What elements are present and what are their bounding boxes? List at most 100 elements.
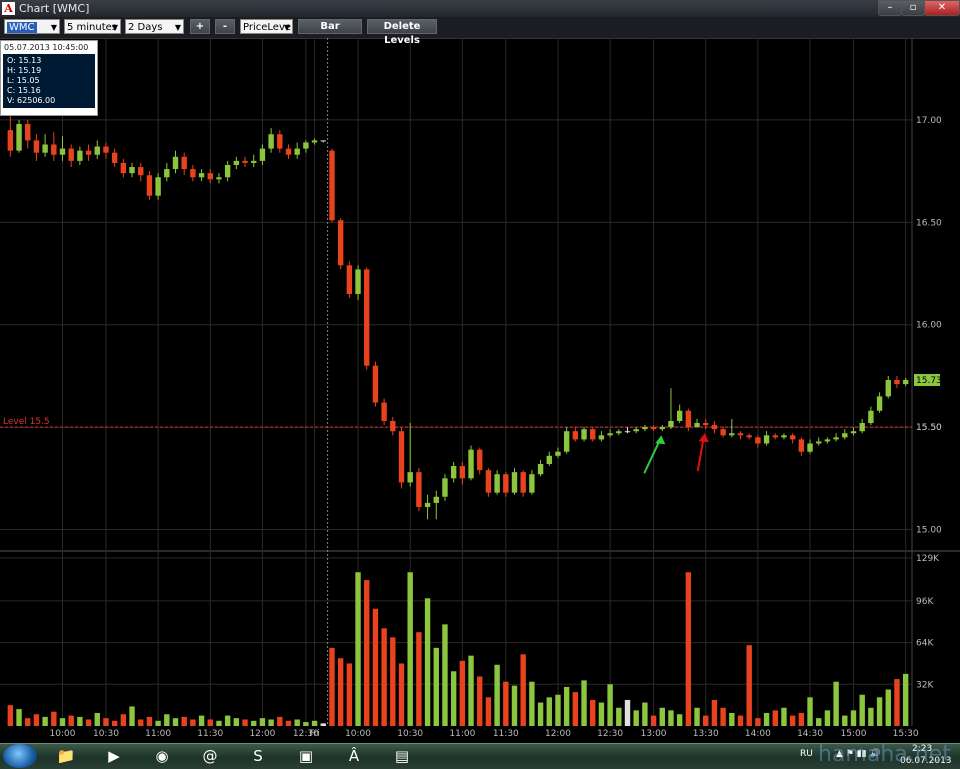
candle-body — [233, 160, 240, 165]
candle-body — [685, 410, 692, 428]
candle-body — [407, 472, 413, 483]
volume-bar — [381, 628, 387, 726]
time-tick-label: 11:30 — [197, 729, 223, 739]
red-arrow-head — [698, 433, 709, 443]
app-icon: A — [2, 2, 15, 15]
volume-bar — [207, 719, 213, 726]
remote-desktop-icon: ▣ — [298, 747, 314, 765]
price-tick-label: 16.00 — [916, 321, 942, 331]
skype-taskbar-icon[interactable]: S — [240, 745, 276, 767]
candle-body — [16, 124, 22, 151]
candle-body — [224, 164, 231, 178]
candle-body — [42, 144, 48, 153]
volume-bar — [537, 702, 544, 726]
time-tick-label: 10:30 — [93, 729, 119, 739]
maximize-button[interactable]: ▫ — [901, 0, 925, 16]
remote-desktop-taskbar-icon[interactable]: ▣ — [288, 745, 324, 767]
volume-tick-label: 64K — [916, 639, 934, 649]
volume-bar — [364, 580, 370, 726]
volume-bar — [329, 647, 335, 726]
candle-body — [216, 177, 222, 180]
play-icon: ▶ — [108, 747, 120, 765]
candle-body — [424, 502, 431, 507]
volume-tick-label: 32K — [916, 680, 934, 690]
volume-bar — [216, 720, 222, 726]
zoom-in-button[interactable]: + — [190, 19, 210, 34]
volume-bar — [816, 718, 822, 726]
skype-icon: S — [253, 747, 263, 765]
time-tick-label: 10:00 — [50, 729, 76, 739]
volume-bar — [572, 692, 579, 726]
chrome-taskbar-icon[interactable]: ◉ — [144, 745, 180, 767]
mode-select[interactable]: PriceLeve ▼ — [240, 19, 293, 34]
chevron-down-icon: ▼ — [111, 23, 118, 32]
volume-bar — [511, 685, 518, 726]
bar-button[interactable]: Bar — [298, 19, 362, 34]
zoom-out-button[interactable]: - — [215, 19, 235, 34]
explorer-taskbar-icon[interactable]: 📁 — [48, 745, 84, 767]
time-tick-label: 12:30 — [597, 729, 623, 739]
volume-bar — [416, 632, 422, 726]
level-line-label: Level 15.5 — [3, 417, 50, 427]
volume-bar — [842, 715, 848, 726]
candle-body — [51, 144, 57, 155]
green-arrow — [643, 438, 662, 474]
windows-taskbar: 📁 ▶ ◉ @ S ▣ Â ▤ RU ▲ ⚑ ▮▮ 🔊 2:23 06.07.2013 — [0, 743, 960, 769]
volume-bar — [807, 697, 813, 726]
candle-body — [694, 423, 700, 428]
chart-area[interactable]: Level 15.5 15.50 15.73 17.00 16.50 16.00 15.5… — [0, 38, 960, 743]
candle-body — [190, 169, 196, 178]
volume-bar — [737, 715, 744, 726]
candle-body — [520, 472, 526, 493]
candlestick-series — [7, 115, 909, 520]
volume-bar — [746, 645, 752, 726]
candle-body — [659, 427, 665, 430]
time-tick-label: 12:00 — [249, 729, 275, 739]
volume-bar — [85, 719, 92, 726]
volume-bar — [155, 720, 161, 726]
volume-bar — [138, 719, 144, 726]
volume-bar — [563, 686, 570, 726]
volume-bar — [16, 709, 22, 726]
trading-app-taskbar-icon[interactable]: Â — [336, 745, 372, 767]
volume-bar — [824, 710, 831, 726]
candle-body — [824, 439, 831, 442]
volume-bar — [729, 712, 735, 726]
icq-taskbar-icon[interactable]: @ — [192, 745, 228, 767]
candle-body — [485, 470, 492, 493]
candle-body — [755, 437, 761, 444]
candle-body — [285, 148, 292, 155]
time-tick-label: 11:00 — [449, 729, 475, 739]
candle-body — [442, 478, 448, 497]
candle-body — [416, 472, 422, 507]
price-volume-chart[interactable]: Level 15.5 15.50 15.73 17.00 16.50 16.00 15.5… — [0, 38, 960, 743]
candle-body — [242, 160, 248, 163]
volume-bar — [320, 723, 326, 726]
candle-body — [138, 167, 144, 176]
media-player-taskbar-icon[interactable]: ▶ — [96, 745, 132, 767]
candle-body — [876, 396, 883, 411]
candle-body — [251, 160, 257, 163]
time-tick-label: 11:00 — [145, 729, 171, 739]
candle-body — [25, 124, 31, 141]
candle-body — [268, 134, 274, 149]
book-taskbar-icon[interactable]: ▤ — [384, 745, 420, 767]
language-indicator[interactable]: RU — [800, 749, 813, 759]
chart-axes: 17.00 16.50 16.00 15.50 15.00 129K 96K 64K 32K 10… — [50, 38, 942, 739]
minimize-button[interactable]: – — [878, 0, 902, 16]
candle-body — [763, 435, 770, 444]
time-tick-label: 10:00 — [345, 729, 371, 739]
ohlc-timestamp: 05.07.2013 10:45:00 — [4, 43, 89, 52]
volume-tick-label: 96K — [916, 597, 934, 607]
candle-body — [120, 162, 127, 174]
icq-icon: @ — [202, 747, 218, 765]
volume-bar — [598, 702, 605, 726]
interval-select[interactable]: 5 minutes ▼ — [64, 19, 121, 34]
symbol-select[interactable]: WMC ▼ — [4, 19, 60, 34]
close-button[interactable]: ✕ — [924, 0, 960, 16]
volume-bar — [494, 664, 500, 726]
start-button[interactable] — [3, 744, 37, 768]
delete-levels-button[interactable]: Delete Levels — [367, 19, 437, 46]
range-value: 2 Days — [128, 22, 163, 33]
range-select[interactable]: 2 Days ▼ — [125, 19, 184, 34]
